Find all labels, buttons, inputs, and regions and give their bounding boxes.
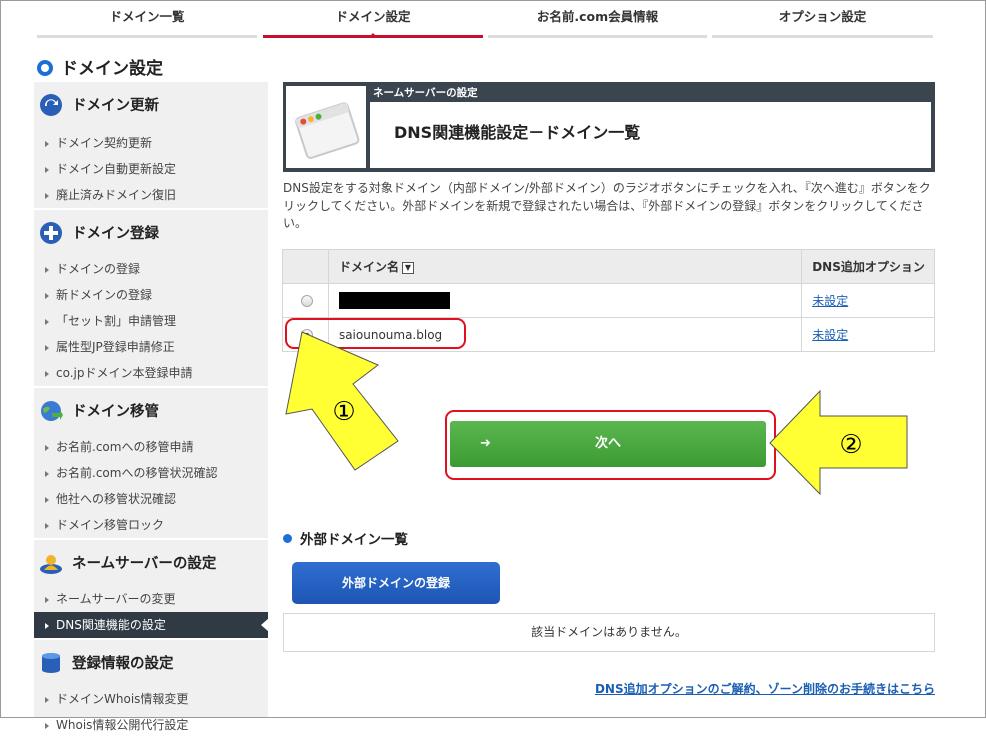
tab-domain-settings[interactable]: ドメイン設定 bbox=[263, 0, 483, 38]
table-header-select bbox=[282, 249, 329, 284]
transfer-globe-icon bbox=[41, 401, 63, 421]
sidebar-item-nameserver-change[interactable]: ネームサーバーの変更 bbox=[34, 586, 268, 612]
sidebar-section-transfer: ドメイン移管 bbox=[34, 386, 268, 434]
sidebar-item-domain-register[interactable]: ドメインの登録 bbox=[34, 256, 268, 282]
page-title: ドメイン設定 bbox=[37, 54, 163, 79]
dns-option-cell: 未設定 bbox=[801, 317, 935, 352]
dns-option-link[interactable]: 未設定 bbox=[812, 328, 848, 342]
no-domain-message: 該当ドメインはありません。 bbox=[283, 613, 935, 652]
tab-member-info[interactable]: お名前.com会員情報 bbox=[488, 0, 707, 38]
plus-circle-icon bbox=[40, 222, 62, 244]
header-title: DNS関連機能設定－ドメイン一覧 bbox=[370, 102, 931, 168]
register-external-domain-button[interactable]: 外部ドメインの登録 bbox=[292, 562, 500, 604]
sidebar-item-restore[interactable]: 廃止済みドメイン復旧 bbox=[34, 182, 268, 208]
annotation-arrow-2-icon bbox=[769, 389, 908, 496]
instructions-text: DNS設定をする対象ドメイン（内部ドメイン/外部ドメイン）のラジオボタンにチェッ… bbox=[283, 181, 931, 230]
section-header: ネームサーバーの設定 DNS関連機能設定－ドメイン一覧 bbox=[283, 82, 935, 172]
sidebar-section-renewal: ドメイン更新 bbox=[34, 82, 268, 130]
top-nav: ドメイン一覧 ドメイン設定 お名前.com会員情報 オプション設定 bbox=[0, 0, 986, 40]
table-header-domain[interactable]: ドメイン名 ▼ bbox=[327, 249, 803, 284]
sidebar-item-renewal-contract[interactable]: ドメイン契約更新 bbox=[34, 130, 268, 156]
sort-down-icon[interactable]: ▼ bbox=[401, 261, 414, 274]
renewal-icon bbox=[40, 94, 62, 116]
title-ring-icon bbox=[37, 60, 53, 76]
header-image bbox=[286, 86, 366, 168]
tab-option-settings[interactable]: オプション設定 bbox=[712, 0, 933, 38]
tab-domain-list[interactable]: ドメイン一覧 bbox=[37, 0, 257, 38]
sidebar-item-set-discount[interactable]: 「セット割」申請管理 bbox=[34, 308, 268, 334]
sidebar-item-new-domain[interactable]: 新ドメインの登録 bbox=[34, 282, 268, 308]
browser-window-icon bbox=[295, 102, 360, 159]
database-icon bbox=[42, 653, 60, 673]
domain-cell bbox=[327, 283, 803, 318]
annotation-label-1: ① bbox=[332, 397, 355, 427]
header-subtitle: ネームサーバーの設定 bbox=[373, 87, 478, 99]
sidebar-item-transfer-lock[interactable]: ドメイン移管ロック bbox=[34, 512, 268, 538]
sidebar-item-dns-settings[interactable]: DNS関連機能の設定 bbox=[34, 612, 269, 638]
sidebar-item-auto-renewal[interactable]: ドメイン自動更新設定 bbox=[34, 156, 268, 182]
sidebar-item-transfer-request[interactable]: お名前.comへの移管申請 bbox=[34, 434, 268, 460]
redacted-domain bbox=[338, 292, 450, 309]
active-tab-caret-icon bbox=[368, 33, 378, 38]
domain-radio[interactable] bbox=[301, 295, 313, 307]
annotation-highlight-radio bbox=[285, 318, 466, 349]
annotation-label-2: ② bbox=[839, 430, 862, 460]
sidebar-section-registration: ドメイン登録 bbox=[34, 208, 268, 256]
sidebar-item-whois-change[interactable]: ドメインWhois情報変更 bbox=[34, 686, 268, 712]
dns-option-link[interactable]: 未設定 bbox=[812, 294, 848, 308]
dns-option-cancel-link[interactable]: DNS追加オプションのご解約、ゾーン削除のお手続きはこちら bbox=[595, 680, 935, 697]
dns-option-cell: 未設定 bbox=[801, 283, 935, 318]
sidebar-section-nameserver: ネームサーバーの設定 bbox=[34, 538, 268, 586]
sidebar-item-jp-fix[interactable]: 属性型JP登録申請修正 bbox=[34, 334, 268, 360]
bullet-dot-icon bbox=[283, 534, 292, 543]
annotation-arrow-1-icon bbox=[285, 331, 399, 471]
sidebar-item-cojp[interactable]: co.jpドメイン本登録申請 bbox=[34, 360, 268, 386]
row-radio-cell bbox=[282, 283, 329, 318]
sidebar-item-transfer-status[interactable]: お名前.comへの移管状況確認 bbox=[34, 460, 268, 486]
sidebar-item-outbound-status[interactable]: 他社への移管状況確認 bbox=[34, 486, 268, 512]
sidebar-section-whois: 登録情報の設定 bbox=[34, 638, 268, 686]
nameserver-user-icon bbox=[40, 555, 62, 574]
table-header-dns-option: DNS追加オプション bbox=[801, 249, 935, 284]
sidebar-item-whois-proxy[interactable]: Whois情報公開代行設定 bbox=[34, 712, 268, 738]
sidebar: ドメイン更新 ドメイン契約更新 ドメイン自動更新設定 廃止済みドメイン復旧 ドメ… bbox=[34, 82, 269, 732]
annotation-highlight-next bbox=[445, 410, 776, 480]
external-domains-title: 外部ドメイン一覧 bbox=[283, 528, 408, 548]
table-header-row: ドメイン名 ▼ DNS追加オプション bbox=[282, 249, 935, 284]
table-row: 未設定 bbox=[282, 283, 935, 318]
